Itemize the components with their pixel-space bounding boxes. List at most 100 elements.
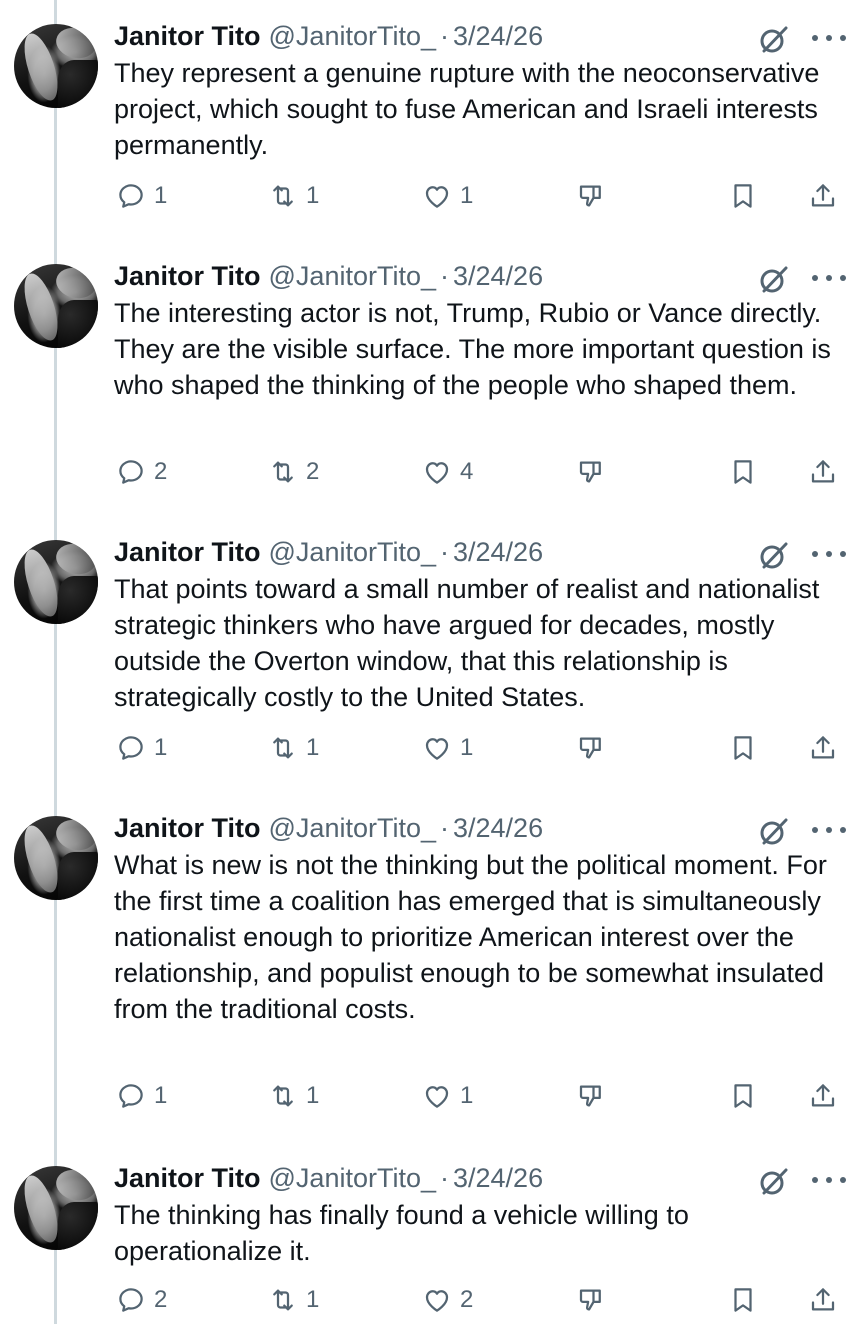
author-handle[interactable]: @JanitorTito_ bbox=[269, 1160, 436, 1196]
reply-count: 2 bbox=[154, 458, 168, 485]
retweet-icon bbox=[273, 737, 293, 759]
tweet-date[interactable]: 3/24/26 bbox=[453, 810, 543, 846]
share-button[interactable] bbox=[808, 728, 838, 768]
tweet-actions: 2 2 4 bbox=[0, 452, 850, 492]
tweet-header: Janitor Tito @JanitorTito_ · 3/24/26 bbox=[114, 1160, 543, 1196]
reply-button[interactable]: 1 bbox=[116, 728, 167, 768]
separator-dot: · bbox=[440, 261, 449, 291]
share-icon bbox=[811, 184, 835, 207]
bookmark-icon bbox=[734, 736, 752, 760]
reply-button[interactable]: 1 bbox=[116, 176, 167, 216]
avatar[interactable] bbox=[14, 264, 98, 348]
tweet-actions: 2 1 2 bbox=[0, 1280, 850, 1320]
reply-count: 1 bbox=[154, 182, 168, 209]
share-button[interactable] bbox=[808, 176, 838, 216]
share-button[interactable] bbox=[808, 452, 838, 492]
author-name[interactable]: Janitor Tito bbox=[114, 1160, 261, 1196]
like-button[interactable]: 1 bbox=[422, 176, 473, 216]
author-name[interactable]: Janitor Tito bbox=[114, 18, 261, 54]
grok-icon[interactable] bbox=[758, 24, 790, 56]
author-handle[interactable]: @JanitorTito_ bbox=[269, 810, 436, 846]
bookmark-icon bbox=[734, 184, 752, 208]
retweet-icon bbox=[273, 185, 293, 207]
heart-icon bbox=[425, 186, 449, 208]
tweet-actions: 1 1 1 bbox=[0, 176, 850, 216]
author-handle[interactable]: @JanitorTito_ bbox=[269, 534, 436, 570]
dislike-icon bbox=[579, 1085, 601, 1107]
bookmark-button[interactable] bbox=[728, 1280, 758, 1320]
heart-icon bbox=[425, 738, 449, 760]
like-button[interactable]: 1 bbox=[422, 728, 473, 768]
reply-button[interactable]: 2 bbox=[116, 452, 167, 492]
retweet-button[interactable]: 1 bbox=[268, 1280, 319, 1320]
like-count: 2 bbox=[460, 1286, 474, 1313]
grok-icon[interactable] bbox=[758, 540, 790, 572]
reply-button[interactable]: 2 bbox=[116, 1280, 167, 1320]
share-icon bbox=[811, 460, 835, 483]
share-icon bbox=[811, 736, 835, 759]
like-count: 1 bbox=[460, 182, 474, 209]
heart-icon bbox=[425, 1086, 449, 1108]
bookmark-button[interactable] bbox=[728, 176, 758, 216]
reply-count: 1 bbox=[154, 1082, 168, 1109]
reply-icon bbox=[119, 184, 143, 208]
tweet-actions: 1 1 1 bbox=[0, 728, 850, 768]
author-name[interactable]: Janitor Tito bbox=[114, 258, 261, 294]
tweet-header: Janitor Tito @JanitorTito_ · 3/24/26 bbox=[114, 810, 543, 846]
bookmark-button[interactable] bbox=[728, 728, 758, 768]
retweet-icon bbox=[273, 461, 293, 483]
avatar[interactable] bbox=[14, 24, 98, 108]
bookmark-button[interactable] bbox=[728, 452, 758, 492]
retweet-button[interactable]: 1 bbox=[268, 176, 319, 216]
reply-button[interactable]: 1 bbox=[116, 1076, 167, 1116]
grok-icon[interactable] bbox=[758, 264, 790, 296]
author-handle[interactable]: @JanitorTito_ bbox=[269, 258, 436, 294]
author-name[interactable]: Janitor Tito bbox=[114, 810, 261, 846]
grok-icon[interactable] bbox=[758, 1166, 790, 1198]
dislike-icon bbox=[579, 461, 601, 483]
bookmark-icon bbox=[734, 1288, 752, 1312]
tweet-text: What is new is not the thinking but the … bbox=[114, 850, 827, 1024]
dislike-button[interactable] bbox=[576, 452, 606, 492]
share-button[interactable] bbox=[808, 1076, 838, 1116]
tweet-header: Janitor Tito @JanitorTito_ · 3/24/26 bbox=[114, 18, 543, 54]
avatar[interactable] bbox=[14, 540, 98, 624]
tweet-date[interactable]: 3/24/26 bbox=[453, 18, 543, 54]
like-button[interactable]: 1 bbox=[422, 1076, 473, 1116]
bookmark-button[interactable] bbox=[728, 1076, 758, 1116]
dislike-button[interactable] bbox=[576, 1076, 606, 1116]
author-name[interactable]: Janitor Tito bbox=[114, 534, 261, 570]
reply-count: 2 bbox=[154, 1286, 168, 1313]
avatar[interactable] bbox=[14, 816, 98, 900]
more-icon[interactable] bbox=[812, 24, 846, 52]
tweet-date[interactable]: 3/24/26 bbox=[453, 258, 543, 294]
tweet-date[interactable]: 3/24/26 bbox=[453, 1160, 543, 1196]
reply-count: 1 bbox=[154, 734, 168, 761]
dislike-button[interactable] bbox=[576, 176, 606, 216]
retweet-button[interactable]: 1 bbox=[268, 728, 319, 768]
avatar[interactable] bbox=[14, 1166, 98, 1250]
more-icon[interactable] bbox=[812, 1166, 846, 1194]
grok-icon[interactable] bbox=[758, 816, 790, 848]
author-handle[interactable]: @JanitorTito_ bbox=[269, 18, 436, 54]
like-count: 1 bbox=[460, 734, 474, 761]
share-button[interactable] bbox=[808, 1280, 838, 1320]
more-icon[interactable] bbox=[812, 816, 846, 844]
more-icon[interactable] bbox=[812, 264, 846, 292]
like-button[interactable]: 4 bbox=[422, 452, 473, 492]
bookmark-icon bbox=[734, 460, 752, 484]
tweet-text: The interesting actor is not, Trump, Rub… bbox=[114, 298, 831, 400]
tweet-date[interactable]: 3/24/26 bbox=[453, 534, 543, 570]
retweet-count: 1 bbox=[306, 734, 320, 761]
dislike-button[interactable] bbox=[576, 1280, 606, 1320]
like-button[interactable]: 2 bbox=[422, 1280, 473, 1320]
like-count: 1 bbox=[460, 1082, 474, 1109]
reply-icon bbox=[119, 460, 143, 484]
retweet-button[interactable]: 2 bbox=[268, 452, 319, 492]
retweet-icon bbox=[273, 1289, 293, 1311]
more-icon[interactable] bbox=[812, 540, 846, 568]
dislike-icon bbox=[579, 737, 601, 759]
tweet-header: Janitor Tito @JanitorTito_ · 3/24/26 bbox=[114, 534, 543, 570]
dislike-button[interactable] bbox=[576, 728, 606, 768]
retweet-button[interactable]: 1 bbox=[268, 1076, 319, 1116]
